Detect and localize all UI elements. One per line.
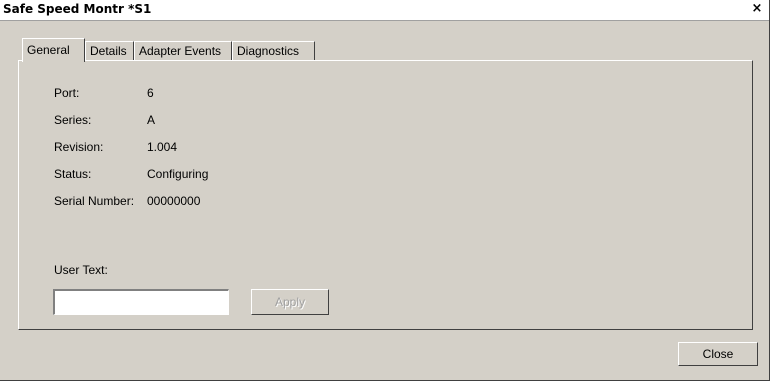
- title-bar[interactable]: Safe Speed Montr *S1 ×: [0, 0, 769, 21]
- user-text-input[interactable]: [53, 289, 229, 315]
- series-label: Series:: [54, 113, 92, 127]
- port-label: Port:: [54, 86, 80, 100]
- serial-number-label: Serial Number:: [54, 194, 135, 208]
- tab-label: Adapter Events: [139, 44, 222, 58]
- close-button[interactable]: Close: [678, 342, 758, 366]
- serial-number-value: 00000000: [147, 194, 201, 208]
- status-value: Configuring: [147, 167, 209, 181]
- tab-adapter-events[interactable]: Adapter Events: [134, 41, 232, 60]
- tab-details[interactable]: Details: [85, 41, 134, 60]
- tab-diagnostics[interactable]: Diagnostics: [232, 41, 315, 60]
- window-title: Safe Speed Montr *S1: [3, 2, 152, 16]
- tab-label: Diagnostics: [237, 44, 300, 58]
- apply-button[interactable]: Apply: [251, 289, 329, 315]
- tab-label: Details: [90, 44, 127, 58]
- close-icon[interactable]: ×: [749, 1, 765, 17]
- status-label: Status:: [54, 167, 92, 181]
- general-tab-panel: Port: 6 Series: A Revision: 1.004 Status…: [18, 60, 753, 330]
- tab-label: General: [27, 43, 70, 57]
- series-value: A: [147, 113, 156, 127]
- tab-general[interactable]: General: [22, 38, 85, 62]
- user-text-label: User Text:: [54, 263, 108, 277]
- dialog-window: Safe Speed Montr *S1 × General Details A…: [0, 0, 770, 381]
- revision-label: Revision:: [54, 140, 104, 154]
- port-value: 6: [147, 86, 154, 100]
- revision-value: 1.004: [147, 140, 178, 154]
